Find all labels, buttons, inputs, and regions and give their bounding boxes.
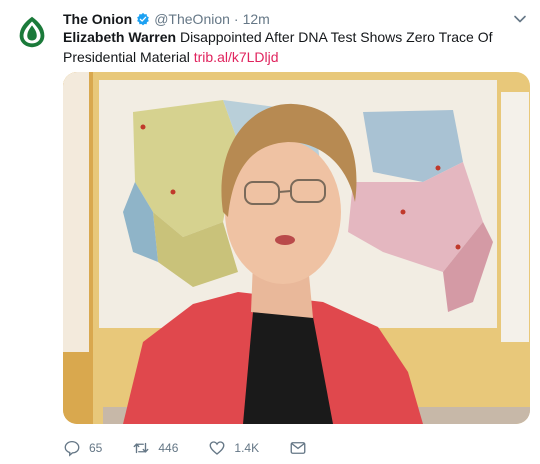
verified-badge-icon	[137, 12, 150, 26]
headline-bold: Elizabeth Warren	[63, 29, 177, 45]
reply-count: 65	[89, 441, 103, 455]
tweet-timestamp[interactable]: 12m	[243, 11, 270, 27]
tweet-actions: 65 446 1.4K	[63, 436, 345, 460]
envelope-icon	[290, 442, 306, 454]
chevron-down-icon[interactable]	[512, 11, 528, 27]
retweet-icon	[133, 442, 149, 454]
author-name[interactable]: The Onion	[63, 11, 132, 27]
tweet-link[interactable]: trib.al/k7LDljd	[194, 49, 279, 65]
tweet-photo[interactable]	[63, 72, 530, 424]
retweet-action[interactable]: 446	[132, 439, 178, 457]
author-handle[interactable]: @TheOnion	[154, 11, 230, 27]
reply-action[interactable]: 65	[63, 439, 102, 457]
tweet-text: Elizabeth Warren Disappointed After DNA …	[63, 27, 533, 67]
separator-dot: ·	[233, 11, 239, 27]
like-action[interactable]: 1.4K	[208, 439, 259, 457]
heart-icon	[209, 441, 225, 455]
like-count: 1.4K	[234, 441, 260, 455]
the-onion-avatar[interactable]	[13, 13, 51, 51]
tweet-header: The Onion @TheOnion · 12m	[63, 9, 510, 29]
direct-message-action[interactable]	[289, 439, 315, 457]
retweet-count: 446	[158, 441, 179, 455]
reply-icon	[64, 440, 80, 457]
